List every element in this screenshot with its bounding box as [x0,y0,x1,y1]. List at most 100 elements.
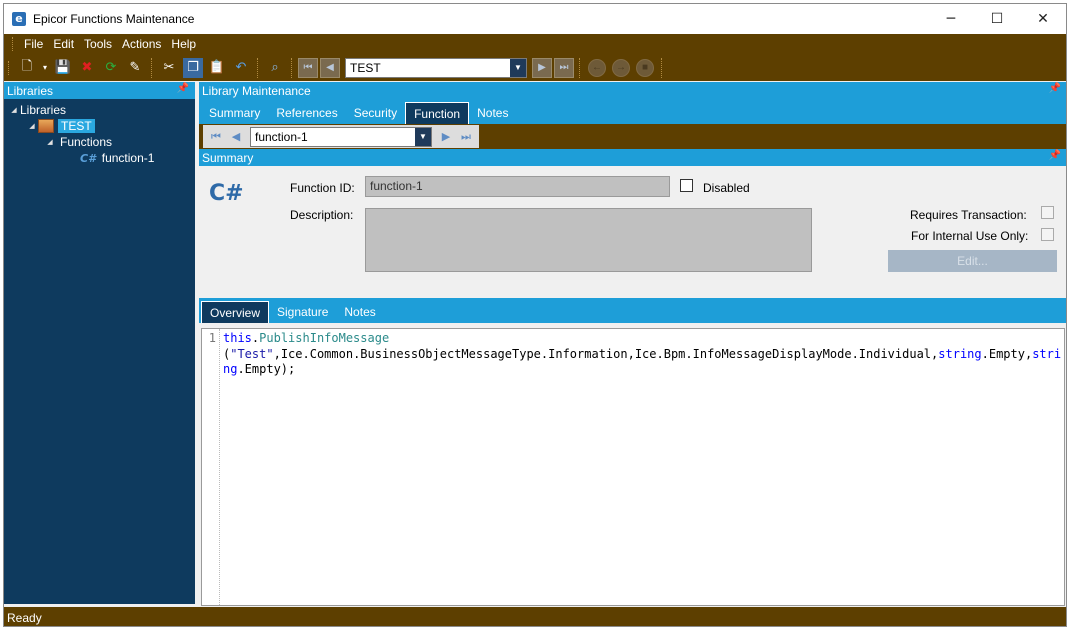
function-combo[interactable]: function-1 ▼ [250,126,432,147]
tab-summary[interactable]: Summary [201,102,268,124]
summary-section: C# Function ID: function-1 Disabled Desc… [199,166,1066,293]
toolbar-separator [579,57,581,78]
csharp-logo-icon: C# [209,181,244,206]
library-maintenance-title: Library Maintenance [202,83,311,98]
new-dropdown-icon[interactable]: ▾ [41,58,49,78]
menu-edit[interactable]: Edit [48,37,79,51]
epicor-logo-icon: e [12,12,26,26]
toolbar-separator [151,57,153,78]
chevron-down-icon[interactable]: ▼ [510,58,526,77]
library-maintenance-header: Library Maintenance 📌 [199,82,1066,99]
tab-signature[interactable]: Signature [269,301,336,323]
previous-function-icon[interactable]: ◀ [226,127,246,147]
menu-help[interactable]: Help [166,37,201,51]
tab-security[interactable]: Security [346,102,405,124]
function-id-field[interactable]: function-1 [365,176,670,197]
library-combo[interactable]: TEST ▼ [345,57,527,78]
refresh-icon[interactable]: ⟳ [101,58,121,78]
collapse-icon[interactable]: ◢ [44,138,56,146]
collapse-icon[interactable]: ◢ [26,122,38,130]
tab-notes[interactable]: Notes [469,102,516,124]
menu-actions[interactable]: Actions [117,37,166,51]
window-title: Epicor Functions Maintenance [33,12,195,26]
tree-node-label: Functions [60,135,113,149]
csharp-icon: C# [80,151,96,165]
internal-use-label: For Internal Use Only: [911,229,1029,243]
status-bar: Ready [4,607,1066,626]
tree-node-test-library[interactable]: ◢ TEST [4,118,195,134]
menu-tools[interactable]: Tools [79,37,117,51]
pin-icon[interactable]: 📌 [177,83,189,94]
title-bar: e Epicor Functions Maintenance ─ ☐ ✕ [4,4,1066,34]
tree-node-libraries[interactable]: ◢ Libraries [4,102,195,118]
description-field[interactable] [365,208,812,272]
new-icon[interactable]: 🗋 [17,58,37,78]
tree-node-label: Libraries [20,103,67,117]
code-token: .Empty); [237,362,296,376]
paste-icon[interactable]: 📋 [207,58,227,78]
save-icon[interactable]: 💾 [53,58,73,78]
function-nav-bar: ⏮ ◀ function-1 ▼ ▶ ⏭ [199,124,1066,149]
code-token: this [223,331,252,345]
app-window: e Epicor Functions Maintenance ─ ☐ ✕ Fil… [3,3,1067,627]
tree-node-functions[interactable]: ◢ Functions [4,134,195,150]
main-tabs: Summary References Security Function Not… [199,99,1066,124]
delete-icon[interactable]: ✖ [77,58,97,78]
library-maintenance-panel: Library Maintenance 📌 Summary References… [199,82,1066,606]
tab-code-notes[interactable]: Notes [336,301,383,323]
code-token: string [938,346,982,361]
pin-icon[interactable]: 📌 [1049,83,1061,94]
description-label: Description: [290,208,354,222]
libraries-panel-header: Libraries 📌 [4,82,195,99]
minimize-button[interactable]: ─ [928,4,974,34]
collapse-icon[interactable]: ◢ [8,106,20,114]
library-tree: ◢ Libraries ◢ TEST ◢ Functions C# functi… [4,99,195,166]
tab-references[interactable]: References [268,102,345,124]
previous-record-icon[interactable]: ◀ [320,57,340,78]
libraries-panel: Libraries 📌 ◢ Libraries ◢ TEST ◢ Functio… [4,82,195,604]
code-editor[interactable]: 1 this.PublishInfoMessage ("Test",Ice.Co… [201,328,1065,606]
internal-use-checkbox[interactable] [1041,228,1054,241]
maximize-button[interactable]: ☐ [974,4,1020,34]
code-token: ,Ice.Common.BusinessObjectMessageType.In… [273,346,939,361]
chevron-down-icon[interactable]: ▼ [415,127,431,146]
code-content[interactable]: this.PublishInfoMessage ("Test",Ice.Comm… [223,331,1063,378]
toolbar-grip[interactable] [8,60,11,75]
back-icon[interactable]: ← [588,58,606,77]
copy-icon[interactable]: ❐ [183,57,203,78]
code-token: .Empty, [981,346,1033,361]
stop-icon[interactable]: ■ [636,58,654,77]
disabled-label: Disabled [703,181,750,195]
requires-transaction-checkbox[interactable] [1041,206,1054,219]
function-combo-value: function-1 [255,129,308,144]
status-text: Ready [7,610,42,625]
summary-header: Summary 📌 [199,149,1066,166]
last-record-icon[interactable]: ⏭ [554,57,574,78]
tab-function[interactable]: Function [405,102,470,124]
window-controls: ─ ☐ ✕ [928,4,1066,34]
line-number-gutter: 1 [202,329,220,605]
next-record-icon[interactable]: ▶ [532,57,552,78]
tree-node-label: function-1 [101,151,155,165]
next-function-icon[interactable]: ▶ [436,127,456,147]
edit-button[interactable]: Edit... [888,250,1057,272]
clear-icon[interactable]: ✎ [125,58,145,78]
disabled-checkbox[interactable] [680,179,693,192]
pin-icon[interactable]: 📌 [1049,150,1061,161]
undo-icon[interactable]: ↶ [231,58,251,78]
menu-file[interactable]: File [19,37,48,51]
search-icon[interactable]: ⌕ [265,58,285,78]
first-function-icon[interactable]: ⏮ [206,127,226,147]
tree-node-function-1[interactable]: C# function-1 [4,150,195,166]
forward-icon[interactable]: → [612,58,630,77]
first-record-icon[interactable]: ⏮ [298,57,318,78]
code-token: "Test" [230,346,274,361]
last-function-icon[interactable]: ⏭ [456,127,476,147]
menu-grip[interactable] [12,37,15,51]
function-id-label: Function ID: [290,181,355,195]
cut-icon[interactable]: ✂ [159,58,179,78]
tab-overview[interactable]: Overview [201,301,270,323]
close-button[interactable]: ✕ [1020,4,1066,34]
requires-transaction-label: Requires Transaction: [910,208,1027,222]
menu-bar: File Edit Tools Actions Help [4,34,1066,54]
